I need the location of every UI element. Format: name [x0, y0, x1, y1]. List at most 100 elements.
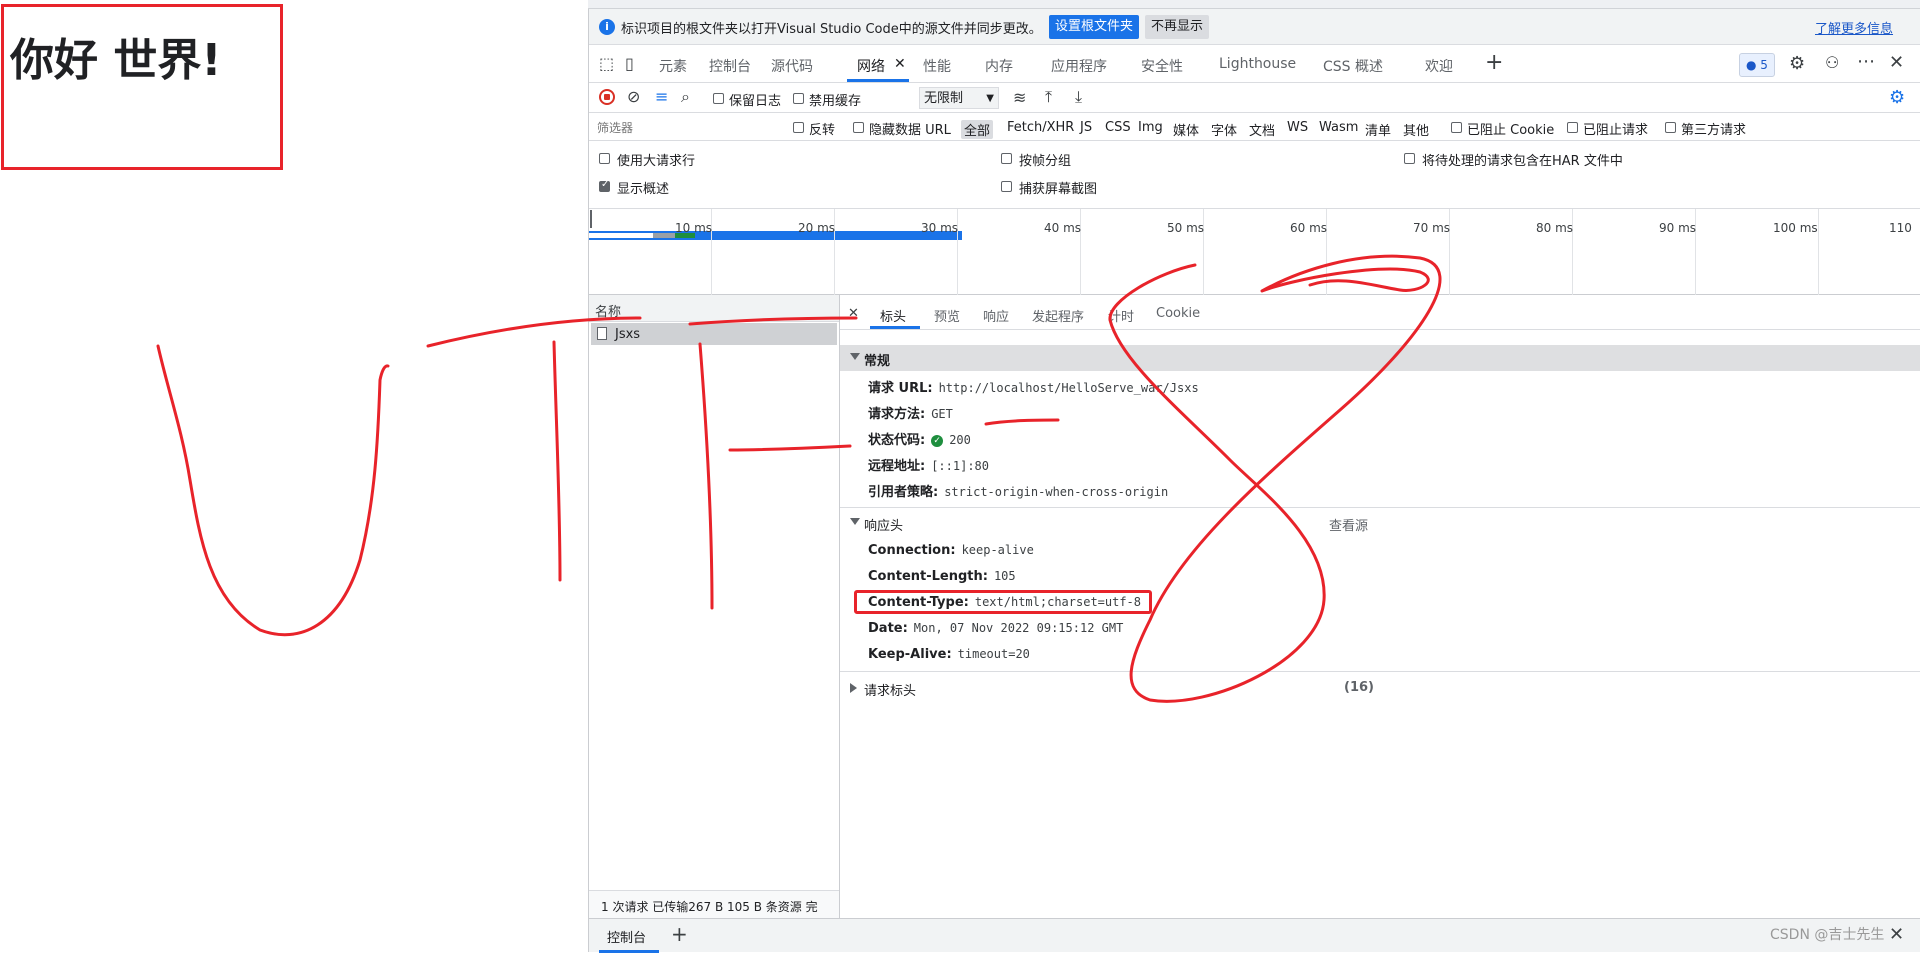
tab-console[interactable]: 控制台 [709, 56, 751, 76]
large-rows-checkbox[interactable] [599, 153, 610, 164]
content-length-value: 105 [993, 569, 1016, 583]
filter-type-ws[interactable]: WS [1287, 120, 1308, 135]
filter-type-fetch-xhr[interactable]: Fetch/XHR [1007, 120, 1074, 135]
third-party-label: 第三方请求 [1681, 123, 1747, 138]
capture-screenshots-checkbox[interactable] [1001, 181, 1012, 192]
filter-input[interactable] [595, 118, 779, 138]
general-section-header[interactable]: 常规 [840, 345, 1920, 371]
record-stop-icon[interactable] [599, 89, 615, 105]
response-headers-section-header[interactable]: 响应头 查看源 [840, 510, 1920, 536]
filter-type-manifest[interactable]: 清单 [1365, 120, 1391, 139]
invert-checkbox[interactable] [793, 122, 804, 133]
preserve-log-label: 保留日志 [729, 94, 782, 109]
tab-application[interactable]: 应用程序 [1051, 56, 1107, 76]
referrer-policy-value: strict-origin-when-cross-origin [944, 485, 1169, 499]
request-headers-title: 请求标头 [864, 684, 917, 699]
timeline-overview[interactable]: 10 ms 20 ms 30 ms 40 ms 50 ms 60 ms 70 m… [589, 209, 1920, 295]
view-source-link[interactable]: 查看源 [1329, 515, 1368, 534]
throttle-value: 无限制 [924, 91, 964, 106]
filter-type-all[interactable]: 全部 [961, 120, 994, 139]
request-name: Jsxs [615, 327, 641, 342]
filter-icon[interactable]: ≡ [655, 87, 668, 106]
details-tabbar: ✕ 标头 预览 响应 发起程序 计时 Cookie [840, 295, 1920, 330]
overview-tick-label: 90 ms [1659, 221, 1697, 235]
group-by-frame-checkbox[interactable] [1001, 153, 1012, 164]
tab-response[interactable]: 响应 [983, 306, 1009, 325]
watermark: CSDN @吉士先生 [1770, 927, 1885, 943]
customize-icon[interactable]: ⚇ [1825, 53, 1839, 72]
connection-key: Connection: [868, 543, 956, 558]
close-details-icon[interactable]: ✕ [848, 306, 859, 321]
tab-performance[interactable]: 性能 [923, 56, 951, 76]
network-conditions-icon[interactable]: ≋ [1013, 88, 1026, 107]
devtools-tabbar: ⬚ ▯ 元素 控制台 源代码 网络 ✕ 性能 内存 应用程序 安全性 Light… [589, 45, 1920, 83]
close-devtools-icon[interactable]: ✕ [1889, 52, 1904, 73]
status-ok-icon: ✓ [931, 434, 944, 447]
tab-css-overview[interactable]: CSS 概述 [1323, 56, 1383, 76]
table-row[interactable]: Jsxs [591, 323, 837, 345]
request-headers-section-header[interactable]: 请求标头 (16) [840, 675, 1920, 701]
drawer-tab-console[interactable]: 控制台 [607, 927, 646, 946]
filter-type-wasm[interactable]: Wasm [1319, 120, 1358, 135]
export-har-icon[interactable]: ⤓ [1075, 87, 1082, 107]
status-code-value: 200 [949, 433, 971, 447]
overview-tick-label: 30 ms [921, 221, 959, 235]
preserve-log-checkbox[interactable] [713, 93, 724, 104]
filter-type-font[interactable]: 字体 [1211, 120, 1237, 139]
overview-tick-label: 110 [1889, 221, 1912, 235]
filter-type-css[interactable]: CSS [1105, 120, 1131, 135]
more-tabs-plus-icon[interactable]: + [1485, 50, 1503, 75]
filter-type-doc[interactable]: 文档 [1249, 120, 1275, 139]
tab-elements[interactable]: 元素 [659, 56, 687, 76]
filter-type-other[interactable]: 其他 [1403, 120, 1429, 139]
inspect-element-icon[interactable]: ⬚ [599, 54, 614, 73]
drawer-add-icon[interactable]: + [671, 922, 688, 946]
section-divider [840, 507, 1920, 508]
network-settings-gear-icon[interactable]: ⚙ [1889, 87, 1905, 108]
overview-gridline [1818, 209, 1819, 295]
tab-lighthouse[interactable]: Lighthouse [1219, 56, 1296, 72]
tab-preview[interactable]: 预览 [934, 306, 960, 325]
search-icon[interactable]: ⌕ [681, 87, 690, 107]
set-root-folder-button[interactable]: 设置根文件夹 [1049, 15, 1140, 39]
settings-gear-icon[interactable]: ⚙ [1789, 53, 1805, 74]
tab-welcome[interactable]: 欢迎 [1425, 56, 1453, 76]
dont-show-again-button[interactable]: 不再显示 [1145, 15, 1210, 39]
blocked-cookies-checkbox[interactable] [1451, 122, 1462, 133]
request-headers-count: (16) [1344, 680, 1374, 695]
filter-type-js[interactable]: JS [1080, 120, 1092, 135]
bottom-drawer: 控制台 + ✕ [589, 918, 1920, 953]
disable-cache-checkbox[interactable] [793, 93, 804, 104]
show-overview-label: 显示概述 [617, 182, 670, 197]
request-url-value: http://localhost/HelloServe_war/Jsxs [938, 381, 1199, 395]
tab-cookies[interactable]: Cookie [1156, 306, 1200, 321]
tab-security[interactable]: 安全性 [1141, 56, 1183, 76]
device-toolbar-icon[interactable]: ▯ [625, 54, 634, 73]
close-network-tab-icon[interactable]: ✕ [894, 56, 906, 72]
filter-type-img[interactable]: Img [1138, 120, 1163, 135]
clear-icon[interactable]: ⊘ [627, 87, 640, 106]
third-party-checkbox[interactable] [1665, 122, 1676, 133]
tab-initiator[interactable]: 发起程序 [1032, 306, 1084, 325]
requests-header[interactable]: 名称 [589, 295, 839, 322]
tab-sources[interactable]: 源代码 [771, 56, 813, 76]
throttle-select[interactable]: 无限制 ▼ [919, 87, 999, 109]
tab-timing[interactable]: 计时 [1108, 306, 1134, 325]
tab-memory[interactable]: 内存 [985, 56, 1013, 76]
import-har-icon[interactable]: ⤒ [1045, 87, 1052, 107]
blocked-requests-checkbox[interactable] [1567, 122, 1578, 133]
tab-network[interactable]: 网络 [857, 56, 885, 76]
drawer-close-icon[interactable]: ✕ [1889, 924, 1904, 945]
invert-label: 反转 [809, 123, 836, 138]
show-overview-checkbox[interactable] [599, 179, 610, 192]
more-options-icon[interactable]: ⋯ [1857, 51, 1875, 72]
hide-data-urls-checkbox[interactable] [853, 122, 864, 133]
har-pending-checkbox[interactable] [1404, 153, 1415, 164]
tab-headers[interactable]: 标头 [880, 306, 906, 325]
request-url-key: 请求 URL: [868, 381, 933, 396]
content-length-key: Content-Length: [868, 569, 988, 584]
learn-more-link[interactable]: 了解更多信息 [1815, 18, 1893, 37]
filter-type-media[interactable]: 媒体 [1173, 120, 1199, 139]
issues-badge[interactable]: ● 5 [1739, 53, 1775, 77]
request-method-row: 请求方法: GET [868, 403, 953, 422]
